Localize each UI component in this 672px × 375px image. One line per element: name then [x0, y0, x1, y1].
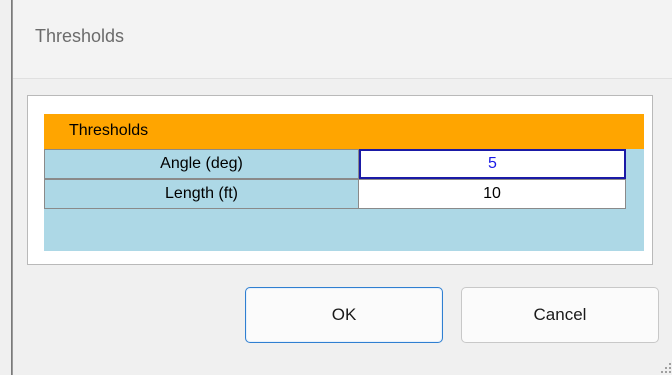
dialog-titlebar[interactable]: Thresholds	[13, 0, 672, 78]
grid-header-label: Thresholds	[69, 122, 149, 139]
thresholds-grid: Thresholds Angle (deg) 5 Length (ft) 10	[44, 114, 644, 251]
desktop-background: Thresholds Thresholds Angle (deg) 5 Leng…	[0, 0, 672, 375]
angle-value-cell[interactable]: 5	[359, 149, 626, 179]
resize-grip-icon[interactable]	[661, 363, 671, 373]
background-window-edge	[0, 0, 12, 375]
length-value-cell[interactable]: 10	[359, 179, 626, 209]
grid-row-angle: Angle (deg) 5	[44, 149, 626, 179]
angle-label-cell: Angle (deg)	[44, 149, 359, 179]
grid-row-length: Length (ft) 10	[44, 179, 626, 209]
dialog-title: Thresholds	[35, 26, 125, 46]
thresholds-dialog: Thresholds Thresholds Angle (deg) 5 Leng…	[12, 0, 672, 375]
thresholds-grid-frame: Thresholds Angle (deg) 5 Length (ft) 10	[27, 95, 653, 265]
cancel-button[interactable]: Cancel	[461, 287, 659, 343]
length-label-cell: Length (ft)	[44, 179, 359, 209]
grid-header: Thresholds	[44, 114, 644, 149]
dialog-client-area: Thresholds Angle (deg) 5 Length (ft) 10 …	[13, 78, 672, 375]
ok-button[interactable]: OK	[245, 287, 443, 343]
